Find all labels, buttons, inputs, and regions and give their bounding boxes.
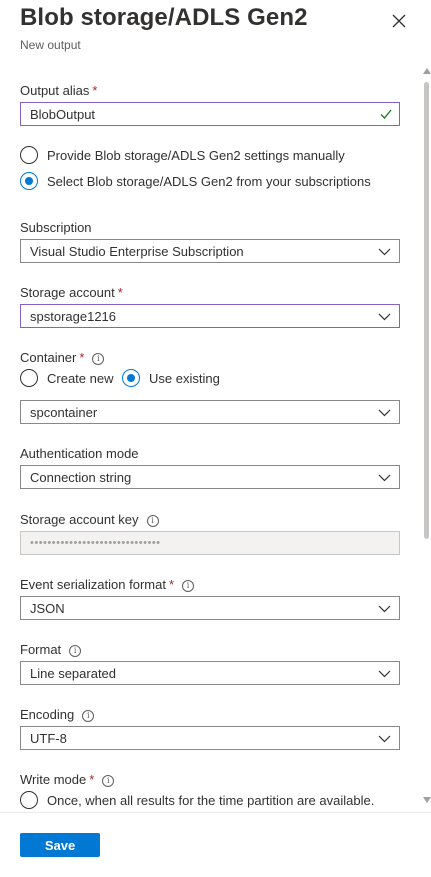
storage-account-label: Storage account * (20, 285, 123, 300)
output-alias-label: Output alias * (20, 83, 98, 98)
chevron-down-icon (378, 245, 391, 258)
chevron-down-icon (378, 310, 391, 323)
panel-subtitle: New output (20, 38, 81, 52)
chevron-down-icon (378, 602, 391, 615)
radio-write-once-label: Once, when all results for the time part… (47, 793, 375, 808)
radio-write-once[interactable] (20, 791, 38, 809)
radio-from-subscriptions[interactable] (20, 172, 38, 190)
encoding-label: Encoding i (20, 707, 95, 722)
close-icon[interactable] (388, 10, 410, 32)
radio-from-subscriptions-label: Select Blob storage/ADLS Gen2 from your … (47, 174, 371, 189)
write-mode-label: Write mode * i (20, 772, 115, 787)
container-label: Container * i (20, 350, 105, 365)
required-marker: * (89, 772, 95, 787)
form-scroll-area: Output alias * BlobOutput Provide Blob st… (0, 62, 420, 810)
info-icon: i (182, 580, 195, 592)
chevron-down-icon (378, 732, 391, 745)
output-alias-input[interactable]: BlobOutput (20, 102, 400, 126)
radio-use-existing-label: Use existing (149, 371, 220, 386)
storage-account-key-value: •••••••••••••••••••••••••••••• (30, 537, 161, 549)
chevron-down-icon (378, 471, 391, 484)
container-value: spcontainer (30, 405, 98, 420)
info-icon: i (146, 515, 159, 527)
format-value: Line separated (30, 666, 117, 681)
radio-manual-settings-label: Provide Blob storage/ADLS Gen2 settings … (47, 148, 345, 163)
authentication-mode-dropdown[interactable]: Connection string (20, 465, 400, 489)
output-alias-value: BlobOutput (30, 107, 96, 122)
encoding-value: UTF-8 (30, 731, 67, 746)
info-icon: i (69, 645, 82, 657)
panel-footer: Save (0, 812, 431, 877)
scrollbar-thumb[interactable] (424, 82, 429, 539)
subscription-dropdown[interactable]: Visual Studio Enterprise Subscription (20, 239, 400, 263)
storage-account-key-input: •••••••••••••••••••••••••••••• (20, 531, 400, 555)
scroll-down-icon[interactable] (423, 797, 431, 803)
radio-manual-settings[interactable] (20, 146, 38, 164)
required-marker: * (168, 577, 175, 592)
radio-create-new[interactable] (20, 369, 38, 387)
required-marker: * (92, 83, 98, 98)
required-marker: * (79, 350, 85, 365)
event-serialization-format-label: Event serialization format * i (20, 577, 195, 592)
info-icon: i (92, 353, 105, 365)
authentication-mode-label: Authentication mode (20, 446, 139, 461)
storage-account-dropdown[interactable]: spstorage1216 (20, 304, 400, 328)
vertical-scrollbar[interactable] (421, 62, 431, 810)
chevron-down-icon (378, 406, 391, 419)
scroll-up-icon[interactable] (423, 68, 431, 74)
panel-title: Blob storage/ADLS Gen2 (20, 4, 308, 31)
checkmark-icon (379, 107, 393, 121)
chevron-down-icon (378, 667, 391, 680)
info-icon: i (102, 775, 115, 787)
event-serialization-format-dropdown[interactable]: JSON (20, 596, 400, 620)
container-dropdown[interactable]: spcontainer (20, 400, 400, 424)
storage-account-value: spstorage1216 (30, 309, 117, 324)
format-label: Format i (20, 642, 82, 657)
authentication-mode-value: Connection string (30, 470, 132, 485)
format-dropdown[interactable]: Line separated (20, 661, 400, 685)
storage-account-key-label: Storage account key i (20, 512, 159, 527)
save-button[interactable]: Save (20, 833, 100, 857)
info-icon: i (82, 710, 95, 722)
required-marker: * (117, 285, 123, 300)
radio-create-new-label: Create new (47, 371, 114, 386)
subscription-label: Subscription (20, 220, 92, 235)
subscription-value: Visual Studio Enterprise Subscription (30, 244, 244, 259)
event-serialization-format-value: JSON (30, 601, 65, 616)
encoding-dropdown[interactable]: UTF-8 (20, 726, 400, 750)
radio-use-existing[interactable] (122, 369, 140, 387)
